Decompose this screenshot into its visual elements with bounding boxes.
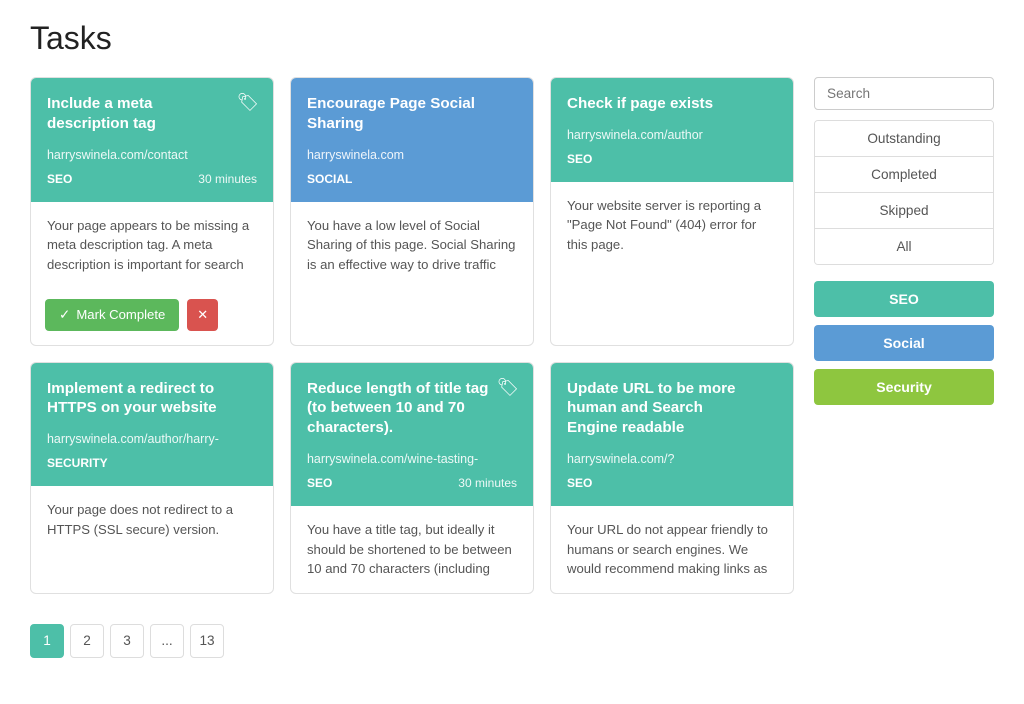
pagination: 123...13: [30, 624, 794, 658]
check-icon: ✓: [59, 307, 70, 323]
mark-complete-button[interactable]: ✓ Mark Complete: [45, 299, 179, 331]
card-meta: SECURITY: [47, 456, 257, 470]
category-btn-social[interactable]: Social: [814, 325, 994, 361]
card-header: Check if page exists harryswinela.com/au…: [551, 78, 793, 182]
filter-item-skipped[interactable]: Skipped: [815, 193, 993, 229]
card-title: Encourage Page Social Sharing: [307, 94, 517, 134]
sidebar: OutstandingCompletedSkippedAll SEO Social…: [814, 77, 994, 658]
close-icon: ✕: [197, 307, 208, 322]
card-category: SEO: [47, 172, 72, 186]
card-header: Implement a redirect to HTTPS on your we…: [31, 363, 273, 487]
card-actions: ✓ Mark Complete ✕: [31, 289, 273, 345]
task-card: Implement a redirect to HTTPS on your we…: [30, 362, 274, 594]
tag-icon: 🏷: [497, 377, 519, 398]
card-meta: SEO: [567, 476, 777, 490]
card-category: SEO: [307, 476, 332, 490]
card-body: Your URL do not appear friendly to human…: [551, 506, 793, 593]
task-card: Update URL to be more human and Search E…: [550, 362, 794, 594]
card-url: harryswinela.com/?: [567, 452, 777, 466]
card-title: Check if page exists: [567, 94, 777, 114]
tag-icon: 🏷: [237, 92, 259, 113]
card-meta: SEO 30 minutes: [307, 476, 517, 490]
card-title: Update URL to be more human and Search E…: [567, 379, 777, 438]
dismiss-button[interactable]: ✕: [187, 299, 218, 331]
category-btn-seo[interactable]: SEO: [814, 281, 994, 317]
card-meta: SOCIAL: [307, 172, 517, 186]
card-header: 🏷 Include a meta description tag harrysw…: [31, 78, 273, 202]
filter-item-completed[interactable]: Completed: [815, 157, 993, 193]
card-category: SECURITY: [47, 456, 108, 470]
card-url: harryswinela.com/contact: [47, 148, 257, 162]
page-btn-...[interactable]: ...: [150, 624, 184, 658]
search-input[interactable]: [814, 77, 994, 110]
card-title: Reduce length of title tag (to between 1…: [307, 379, 517, 438]
card-time: 30 minutes: [198, 172, 257, 186]
card-body: Your page appears to be missing a meta d…: [31, 202, 273, 289]
page-btn-3[interactable]: 3: [110, 624, 144, 658]
card-category: SOCIAL: [307, 172, 352, 186]
card-url: harryswinela.com/author/harry-: [47, 432, 257, 446]
page-btn-1[interactable]: 1: [30, 624, 64, 658]
task-card: 🏷 Reduce length of title tag (to between…: [290, 362, 534, 594]
page-title: Tasks: [30, 20, 994, 57]
category-buttons: SEO Social Security: [814, 281, 994, 413]
card-category: SEO: [567, 476, 592, 490]
card-title: Include a meta description tag: [47, 94, 257, 134]
card-meta: SEO: [567, 152, 777, 166]
tasks-area: 🏷 Include a meta description tag harrysw…: [30, 77, 794, 658]
card-body: Your website server is reporting a "Page…: [551, 182, 793, 345]
filter-group: OutstandingCompletedSkippedAll: [814, 120, 994, 265]
filter-item-all[interactable]: All: [815, 229, 993, 264]
card-body: You have a low level of Social Sharing o…: [291, 202, 533, 345]
task-card: Check if page exists harryswinela.com/au…: [550, 77, 794, 346]
main-layout: 🏷 Include a meta description tag harrysw…: [30, 77, 994, 658]
card-title: Implement a redirect to HTTPS on your we…: [47, 379, 257, 419]
card-meta: SEO 30 minutes: [47, 172, 257, 186]
mark-complete-label: Mark Complete: [76, 307, 165, 322]
card-time: 30 minutes: [458, 476, 517, 490]
task-grid: 🏷 Include a meta description tag harrysw…: [30, 77, 794, 594]
card-body: Your page does not redirect to a HTTPS (…: [31, 486, 273, 593]
card-header: 🏷 Reduce length of title tag (to between…: [291, 363, 533, 506]
task-card: 🏷 Include a meta description tag harrysw…: [30, 77, 274, 346]
card-header: Update URL to be more human and Search E…: [551, 363, 793, 506]
filter-item-outstanding[interactable]: Outstanding: [815, 121, 993, 157]
card-body: You have a title tag, but ideally it sho…: [291, 506, 533, 593]
page-btn-2[interactable]: 2: [70, 624, 104, 658]
card-url: harryswinela.com/wine-tasting-: [307, 452, 517, 466]
card-category: SEO: [567, 152, 592, 166]
category-btn-security[interactable]: Security: [814, 369, 994, 405]
card-url: harryswinela.com/author: [567, 128, 777, 142]
card-url: harryswinela.com: [307, 148, 517, 162]
task-card: Encourage Page Social Sharing harryswine…: [290, 77, 534, 346]
card-header: Encourage Page Social Sharing harryswine…: [291, 78, 533, 202]
page-btn-13[interactable]: 13: [190, 624, 224, 658]
